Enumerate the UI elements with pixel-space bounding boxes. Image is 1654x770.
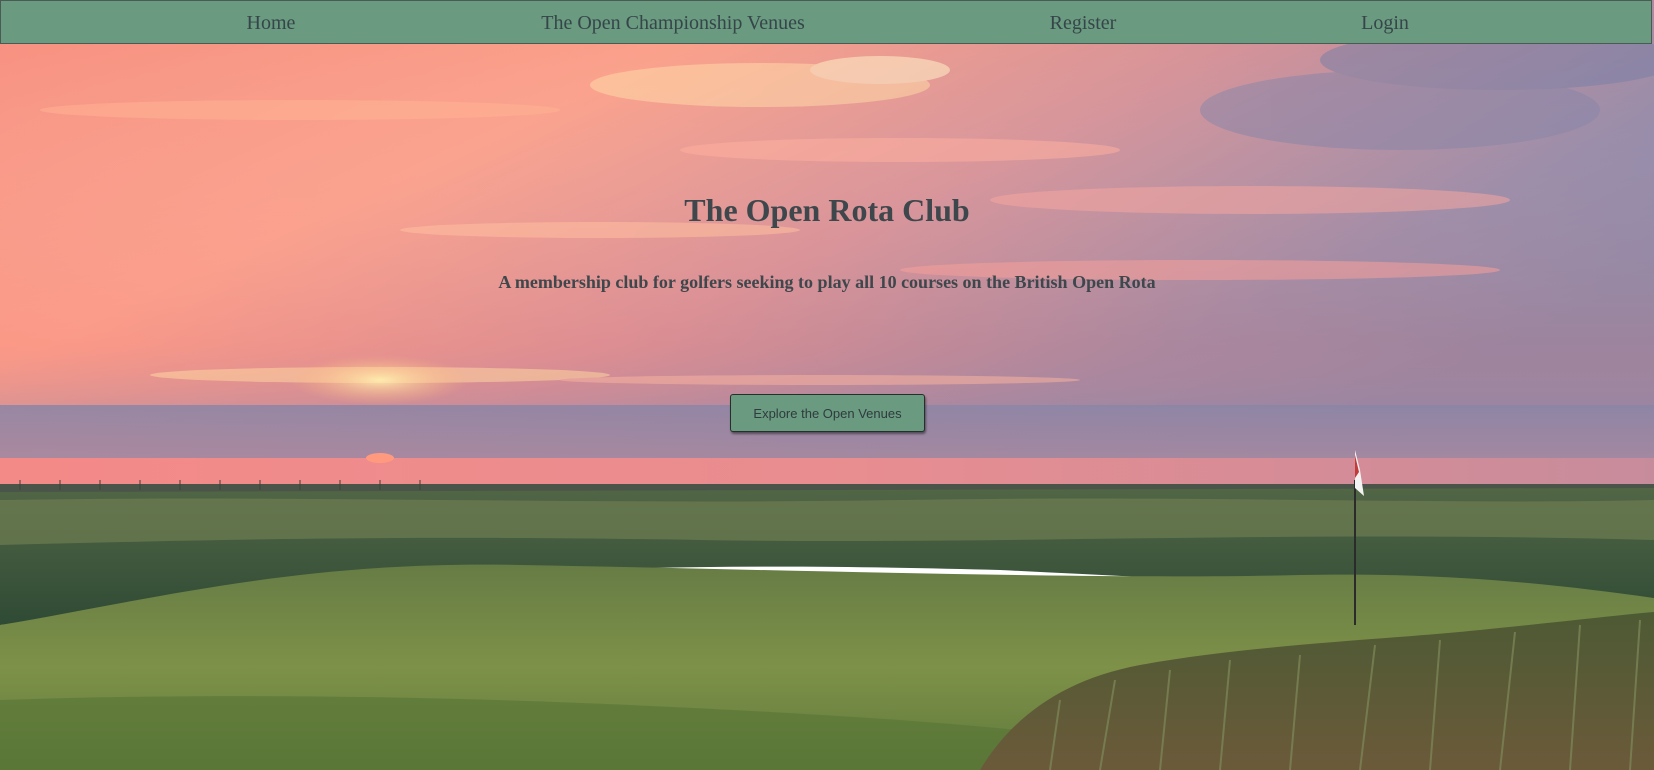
hero-subtitle: A membership club for golfers seeking to… — [498, 272, 1156, 292]
top-navbar: Home The Open Championship Venues Regist… — [0, 0, 1652, 44]
explore-venues-button[interactable]: Explore the Open Venues — [730, 394, 925, 432]
nav-home-link[interactable]: Home — [247, 1, 296, 45]
nav-register-link[interactable]: Register — [1050, 1, 1117, 45]
page: Home The Open Championship Venues Regist… — [0, 0, 1654, 770]
hero-background-image — [0, 0, 1654, 770]
nav-venues-link[interactable]: The Open Championship Venues — [541, 1, 805, 45]
hero-title: The Open Rota Club — [684, 192, 970, 228]
nav-login-link[interactable]: Login — [1361, 1, 1409, 45]
